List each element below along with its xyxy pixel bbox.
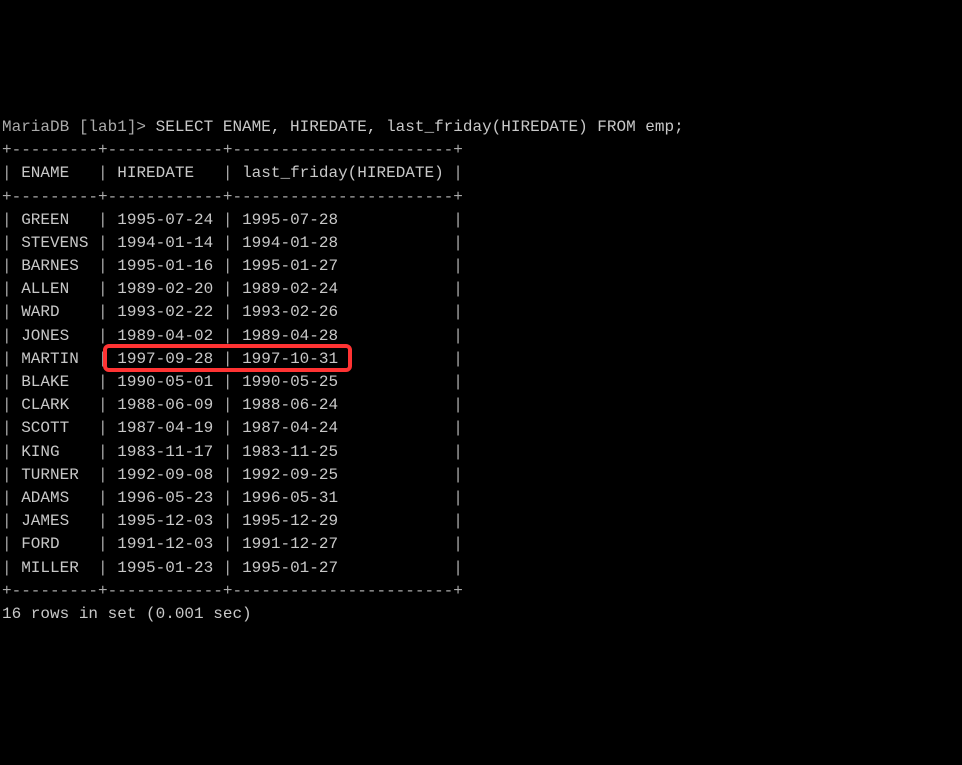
table-row: | SCOTT | 1987-04-19 | 1987-04-24 | [2, 419, 463, 437]
sql-prompt: MariaDB [lab1]> SELECT ENAME, HIREDATE, … [2, 118, 684, 136]
table-row: | JAMES | 1995-12-03 | 1995-12-29 | [2, 512, 463, 530]
table-row: | FORD | 1991-12-03 | 1991-12-27 | [2, 535, 463, 553]
table-bottom-border: +---------+------------+----------------… [2, 582, 463, 600]
table-row: | BLAKE | 1990-05-01 | 1990-05-25 | [2, 373, 463, 391]
sql-command: SELECT ENAME, HIREDATE, last_friday(HIRE… [156, 118, 684, 136]
prompt-text: MariaDB [lab1]> [2, 118, 156, 136]
table-row: | KING | 1983-11-17 | 1983-11-25 | [2, 443, 463, 461]
table-row: | BARNES | 1995-01-16 | 1995-01-27 | [2, 257, 463, 275]
table-row: | ADAMS | 1996-05-23 | 1996-05-31 | [2, 489, 463, 507]
header-hiredate: HIREDATE [117, 164, 213, 182]
status-line: 16 rows in set (0.001 sec) [2, 605, 252, 623]
table-row: | MARTIN | 1997-09-28 | 1997-10-31 | [2, 350, 463, 368]
table-row: | WARD | 1993-02-22 | 1993-02-26 | [2, 303, 463, 321]
terminal-output: MariaDB [lab1]> SELECT ENAME, HIREDATE, … [2, 93, 962, 650]
table-row: | STEVENS | 1994-01-14 | 1994-01-28 | [2, 234, 463, 252]
table-row: | GREEN | 1995-07-24 | 1995-07-28 | [2, 211, 463, 229]
table-row: | ALLEN | 1989-02-20 | 1989-02-24 | [2, 280, 463, 298]
table-top-border: +---------+------------+----------------… [2, 141, 463, 159]
table-header-separator: +---------+------------+----------------… [2, 188, 463, 206]
table-row: | CLARK | 1988-06-09 | 1988-06-24 | [2, 396, 463, 414]
table-row: | MILLER | 1995-01-23 | 1995-01-27 | [2, 559, 463, 577]
table-row: | JONES | 1989-04-02 | 1989-04-28 | [2, 327, 463, 345]
header-ename: ENAME [21, 164, 88, 182]
table-body: | GREEN | 1995-07-24 | 1995-07-28 | | ST… [2, 211, 463, 577]
table-row: | TURNER | 1992-09-08 | 1992-09-25 | [2, 466, 463, 484]
table-header-row: | ENAME | HIREDATE | last_friday(HIREDAT… [2, 164, 463, 182]
header-lastfriday: last_friday(HIREDATE) [242, 164, 444, 182]
